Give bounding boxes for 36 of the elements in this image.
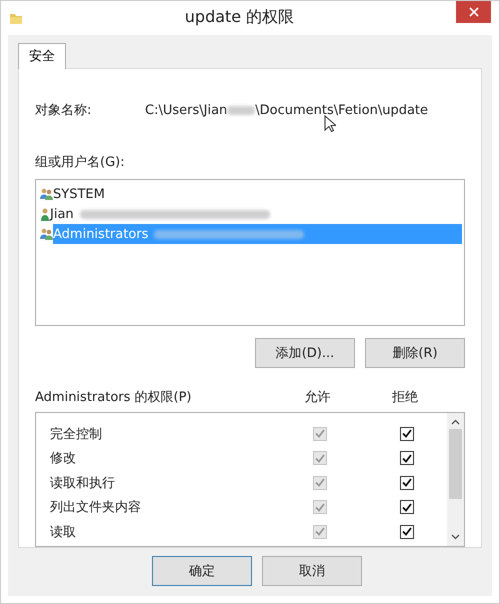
user-list-item[interactable]: Jian [50,204,462,224]
users-icon [40,188,53,200]
checkbox[interactable] [400,426,414,441]
checkbox[interactable] [400,524,414,539]
column-header: 允许 [304,389,330,406]
user-list-item[interactable]: SYSTEM [53,184,462,204]
permission-name: 读取和执行 [50,474,116,492]
permission-name: 读取 [50,524,77,541]
permission-name: 列出文件夹内容 [50,499,142,516]
redacted-mark [227,106,256,114]
close-button[interactable] [456,1,491,23]
tab[interactable]: 安全 [18,43,66,69]
close-icon [468,7,478,17]
scrollbar[interactable] [447,413,464,546]
object-path-text: \Documents\Fetion\update [255,102,428,118]
checkbox[interactable] [400,476,414,490]
object-path-text: C:\Users\Jian [145,102,228,118]
permission-name: 修改 [50,450,77,468]
groups-label: 组或用户名(G): [35,154,126,171]
permission-name: 完全控制 [50,426,103,443]
column-header: 拒绝 [392,389,418,406]
folder-icon [9,11,23,25]
dialog-button[interactable]: 取消 [262,556,362,586]
dialog-button[interactable]: 添加(D)... [255,338,355,368]
mouse-cursor-icon [324,115,336,133]
window-title: update 的权限 [184,7,296,28]
dialog-button[interactable]: 删除(R) [365,338,465,368]
scroll-down-icon[interactable] [451,534,460,540]
user-icon [40,208,50,220]
checkbox[interactable] [400,451,414,466]
dialog-button[interactable]: 确定 [152,556,252,586]
scroll-up-icon[interactable] [451,419,460,426]
users-icon [40,228,53,240]
checkbox[interactable] [400,500,414,514]
object-name-label: 对象名称: [35,102,92,119]
permissions-label: Administrators 的权限(P) [35,389,193,406]
